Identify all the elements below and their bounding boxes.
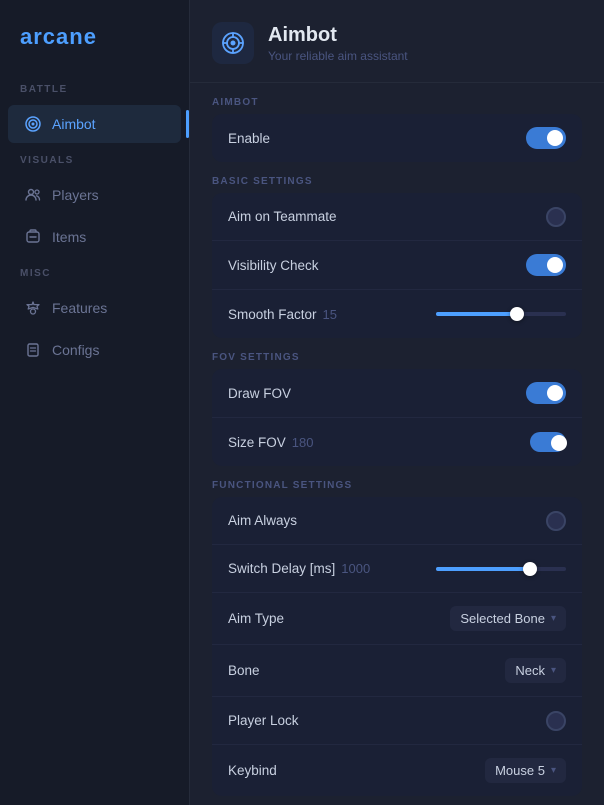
- configs-icon: [24, 341, 42, 359]
- aim-type-chevron: ▾: [551, 613, 556, 624]
- bone-value: Neck: [515, 663, 545, 678]
- basic-settings-card: Aim on Teammate Visibility Check Smooth …: [212, 193, 582, 338]
- sidebar-item-configs-label: Configs: [52, 342, 99, 358]
- size-fov-toggle[interactable]: [530, 432, 566, 452]
- section-label-visuals: VISUALS: [0, 155, 189, 174]
- page-subtitle: Your reliable aim assistant: [268, 49, 408, 63]
- setting-player-lock: Player Lock: [212, 697, 582, 745]
- setting-enable: Enable: [212, 114, 582, 162]
- draw-fov-toggle[interactable]: [526, 382, 566, 404]
- setting-smooth-factor: Smooth Factor 15: [212, 290, 582, 338]
- keybind-dropdown[interactable]: Mouse 5 ▾: [485, 758, 566, 783]
- sidebar-item-features-label: Features: [52, 300, 107, 316]
- items-icon: [24, 228, 42, 246]
- enable-label: Enable: [228, 131, 270, 146]
- smooth-factor-track[interactable]: [436, 312, 566, 316]
- setting-switch-delay: Switch Delay [ms] 1000: [212, 545, 582, 593]
- section-label-misc: MISC: [0, 268, 189, 287]
- size-fov-label: Size FOV: [228, 435, 286, 450]
- section-title-aimbot: Aimbot: [212, 83, 582, 114]
- sidebar-item-players[interactable]: Players: [8, 176, 181, 214]
- enable-toggle[interactable]: [526, 127, 566, 149]
- setting-aim-on-teammate: Aim on Teammate: [212, 193, 582, 241]
- section-title-functional: Functional Settings: [212, 466, 582, 497]
- section-label-battle: BATTLE: [0, 84, 189, 103]
- sidebar-item-players-label: Players: [52, 187, 99, 203]
- setting-aim-type: Aim Type Selected Bone ▾: [212, 593, 582, 645]
- switch-delay-label: Switch Delay [ms]: [228, 561, 335, 576]
- draw-fov-label: Draw FOV: [228, 386, 291, 401]
- section-title-fov: FOV Settings: [212, 338, 582, 369]
- page-header: Aimbot Your reliable aim assistant: [190, 0, 604, 83]
- main-content: Aimbot Your reliable aim assistant Aimbo…: [190, 0, 604, 805]
- switch-delay-thumb[interactable]: [523, 562, 537, 576]
- size-fov-hint: 180: [292, 435, 314, 450]
- setting-bone: Bone Neck ▾: [212, 645, 582, 697]
- sidebar-item-features[interactable]: Features: [8, 289, 181, 327]
- keybind-chevron: ▾: [551, 765, 556, 776]
- switch-delay-slider-container: [370, 567, 566, 571]
- target-icon: [24, 115, 42, 133]
- setting-keybind: Keybind Mouse 5 ▾: [212, 745, 582, 796]
- player-lock-toggle[interactable]: [546, 711, 566, 731]
- bone-label: Bone: [228, 663, 260, 678]
- aim-always-label: Aim Always: [228, 513, 297, 528]
- features-icon: [24, 299, 42, 317]
- settings-content: Aimbot Enable Basic Settings Aim on Team…: [190, 83, 604, 805]
- aim-type-dropdown[interactable]: Selected Bone ▾: [450, 606, 566, 631]
- aim-type-value: Selected Bone: [460, 611, 545, 626]
- functional-settings-card: Aim Always Switch Delay [ms] 1000 Aim Ty…: [212, 497, 582, 796]
- smooth-factor-fill: [436, 312, 517, 316]
- sidebar-item-configs[interactable]: Configs: [8, 331, 181, 369]
- setting-size-fov: Size FOV 180: [212, 418, 582, 466]
- section-title-basic: Basic Settings: [212, 162, 582, 193]
- keybind-value: Mouse 5: [495, 763, 545, 778]
- aimbot-card: Enable: [212, 114, 582, 162]
- sidebar-item-aimbot-label: Aimbot: [52, 116, 96, 132]
- sidebar-item-items-label: Items: [52, 229, 86, 245]
- aim-type-label: Aim Type: [228, 611, 284, 626]
- bone-dropdown[interactable]: Neck ▾: [505, 658, 566, 683]
- visibility-check-toggle[interactable]: [526, 254, 566, 276]
- visibility-check-label: Visibility Check: [228, 258, 319, 273]
- sidebar: arcane BATTLE Aimbot VISUALS Players: [0, 0, 190, 805]
- aim-on-teammate-label: Aim on Teammate: [228, 209, 337, 224]
- bone-chevron: ▾: [551, 665, 556, 676]
- page-title: Aimbot: [268, 24, 408, 47]
- aim-on-teammate-toggle[interactable]: [546, 207, 566, 227]
- page-header-text: Aimbot Your reliable aim assistant: [268, 24, 408, 63]
- page-icon: [212, 22, 254, 64]
- setting-draw-fov: Draw FOV: [212, 369, 582, 418]
- keybind-label: Keybind: [228, 763, 277, 778]
- setting-visibility-check: Visibility Check: [212, 241, 582, 290]
- sidebar-item-items[interactable]: Items: [8, 218, 181, 256]
- sidebar-item-aimbot[interactable]: Aimbot: [8, 105, 181, 143]
- fov-settings-card: Draw FOV Size FOV 180: [212, 369, 582, 466]
- smooth-factor-hint: 15: [323, 307, 337, 322]
- switch-delay-hint: 1000: [341, 561, 370, 576]
- smooth-factor-thumb[interactable]: [510, 307, 524, 321]
- logo: arcane: [0, 24, 189, 78]
- players-icon: [24, 186, 42, 204]
- aim-always-toggle[interactable]: [546, 511, 566, 531]
- smooth-factor-slider-container: [337, 312, 566, 316]
- smooth-factor-label: Smooth Factor: [228, 307, 317, 322]
- switch-delay-track[interactable]: [436, 567, 566, 571]
- app-name: arcane: [20, 24, 97, 49]
- setting-aim-always: Aim Always: [212, 497, 582, 545]
- player-lock-label: Player Lock: [228, 713, 299, 728]
- switch-delay-fill: [436, 567, 530, 571]
